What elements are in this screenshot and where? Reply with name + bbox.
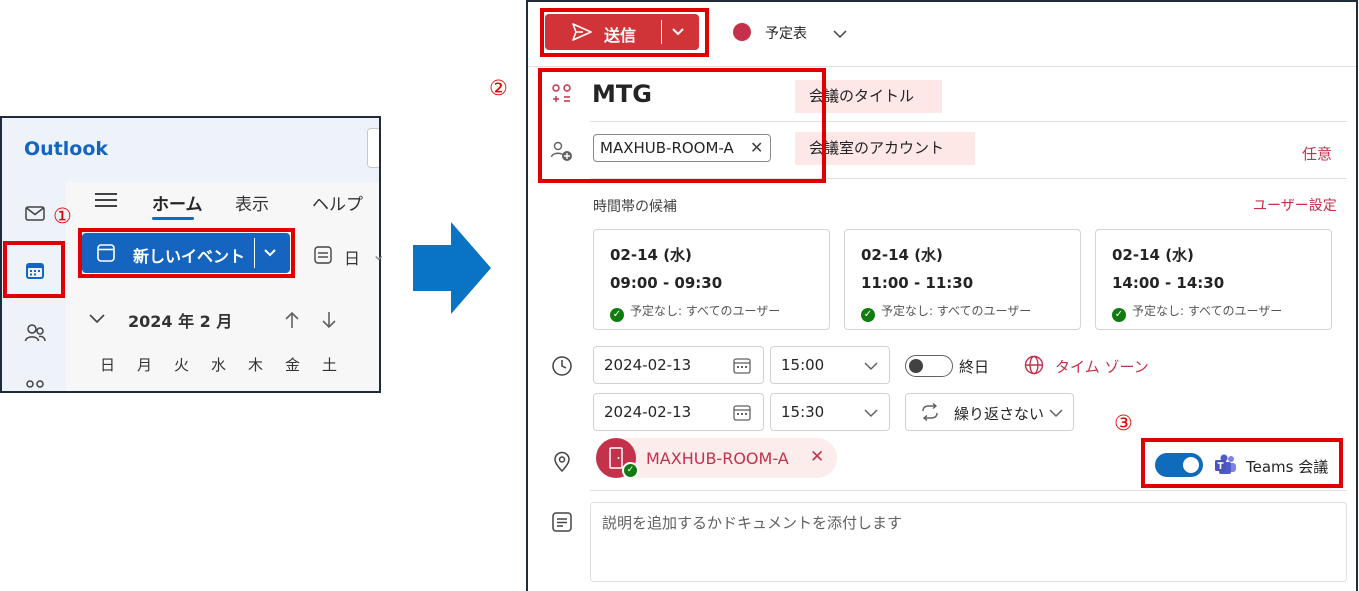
day-view-icon: [314, 246, 332, 264]
date-picker-icon[interactable]: [733, 357, 751, 375]
search-box[interactable]: [367, 128, 379, 168]
time-slot-card[interactable]: 02-14 (水) 14:00 - 14:30 ✓ 予定なし: すべてのユーザー: [1095, 229, 1332, 330]
highlight-teams-toggle: [1141, 438, 1343, 488]
repeat-dropdown[interactable]: 繰り返さない: [905, 393, 1074, 431]
tab-view[interactable]: 表示: [235, 190, 269, 215]
slot-status: ✓ 予定なし: すべてのユーザー: [861, 302, 1031, 322]
weekday-label: 日: [100, 356, 116, 374]
step-marker-3: ③: [1114, 411, 1133, 435]
slot-date: 02-14 (水): [610, 246, 692, 264]
tab-home[interactable]: ホーム: [152, 190, 203, 215]
flow-arrow-icon: [413, 222, 491, 314]
arrow-down-icon[interactable]: [320, 310, 338, 330]
mail-icon[interactable]: [24, 202, 46, 224]
day-view-label: 日: [344, 249, 361, 268]
arrow-up-icon[interactable]: [283, 310, 301, 330]
highlight-send: [540, 8, 709, 57]
collapse-month-icon[interactable]: [88, 312, 106, 326]
slot-status: ✓ 予定なし: すべてのユーザー: [610, 302, 780, 322]
time-slot-card[interactable]: 02-14 (水) 11:00 - 11:30 ✓ 予定なし: すべてのユーザー: [844, 229, 1081, 330]
highlight-calendar-nav: [3, 241, 65, 298]
weekday-label: 月: [137, 356, 153, 374]
people-icon[interactable]: [24, 322, 46, 344]
chevron-down-icon[interactable]: [863, 360, 879, 372]
check-icon: ✓: [610, 308, 624, 322]
highlight-new-event: [78, 228, 295, 278]
time-slot-card[interactable]: 02-14 (水) 09:00 - 09:30 ✓ 予定なし: すべてのユーザー: [593, 229, 830, 330]
calendar-color-dot: [733, 23, 751, 41]
repeat-icon: [922, 403, 938, 421]
app-title: Outlook: [24, 138, 109, 160]
weekday-label: 水: [211, 356, 227, 374]
clock-icon: [552, 356, 572, 376]
slot-status: ✓ 予定なし: すべてのユーザー: [1112, 302, 1282, 322]
app-header: Outlook: [2, 118, 379, 182]
available-check-icon: ✓: [622, 462, 639, 479]
remove-room-icon[interactable]: ✕: [810, 447, 824, 467]
tab-home-underline: [152, 217, 194, 220]
tab-help[interactable]: ヘルプ: [312, 190, 363, 215]
all-day-toggle[interactable]: [905, 355, 953, 377]
check-icon: ✓: [861, 308, 875, 322]
location-icon: [554, 451, 570, 473]
weekday-label: 土: [322, 356, 338, 374]
calendar-selector[interactable]: 予定表: [765, 23, 807, 43]
time-zone-link[interactable]: タイム ゾーン: [1055, 356, 1149, 377]
divider: [528, 66, 1356, 67]
highlight-title-attendee: [538, 68, 826, 183]
slots-heading: 時間帯の候補: [593, 199, 677, 215]
room-chip[interactable]: ✓ MAXHUB-ROOM-A ✕: [596, 438, 837, 479]
globe-icon[interactable]: [1024, 355, 1044, 375]
hamburger-menu-icon[interactable]: [94, 190, 118, 210]
slot-time: 14:00 - 14:30: [1112, 274, 1225, 292]
check-icon: ✓: [1112, 308, 1126, 322]
month-label: 2024 年 2 月: [128, 312, 233, 331]
divider: [590, 490, 1347, 491]
chevron-down-icon: ⌄: [372, 245, 386, 264]
slot-time: 11:00 - 11:30: [861, 274, 974, 292]
door-icon: [609, 447, 623, 469]
date-picker-icon[interactable]: [733, 404, 751, 422]
all-day-label: 終日: [959, 358, 990, 376]
groups-icon[interactable]: [24, 376, 46, 393]
chevron-down-icon[interactable]: [832, 28, 848, 40]
optional-attendees-link[interactable]: 任意: [1302, 143, 1332, 164]
start-time-field[interactable]: 15:00: [770, 346, 890, 384]
weekday-label: 火: [174, 356, 190, 374]
weekday-label: 木: [248, 356, 264, 374]
slot-date: 02-14 (水): [861, 246, 943, 264]
end-date-field[interactable]: 2024-02-13: [593, 393, 764, 431]
room-name: MAXHUB-ROOM-A: [646, 449, 789, 468]
chevron-down-icon: [1049, 409, 1063, 418]
step-marker-1: ①: [53, 204, 72, 228]
notes-icon: [552, 512, 572, 532]
slot-date: 02-14 (水): [1112, 246, 1194, 264]
chevron-down-icon[interactable]: [863, 407, 879, 419]
end-time-field[interactable]: 15:30: [770, 393, 890, 431]
step-marker-2: ②: [489, 76, 508, 100]
room-avatar: ✓: [596, 438, 639, 479]
weekday-label: 金: [285, 356, 301, 374]
slot-time: 09:00 - 09:30: [610, 274, 723, 292]
start-date-field[interactable]: 2024-02-13: [593, 346, 764, 384]
user-settings-link[interactable]: ユーザー設定: [1253, 195, 1337, 215]
description-placeholder: 説明を追加するかドキュメントを添付します: [602, 514, 903, 532]
